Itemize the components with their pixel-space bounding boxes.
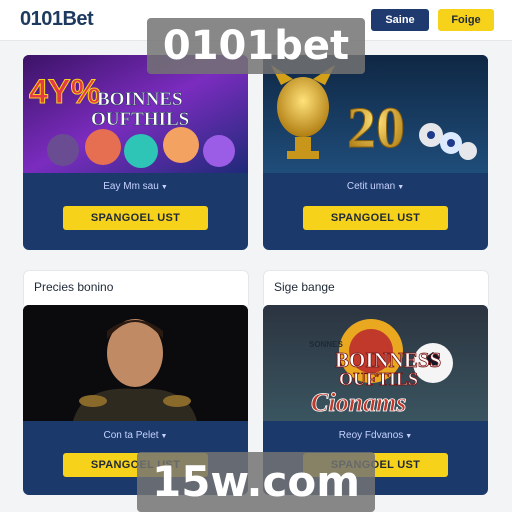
chevron-down-icon: ▼: [405, 433, 413, 440]
section-heading-right: Sige bange: [263, 270, 489, 305]
section-heading-left: Precies bonino: [23, 270, 249, 305]
promo-hero-image-4[interactable]: SONNES BOINNESS OUFTILS Cionams: [263, 305, 488, 421]
hero-text: BOINNES: [97, 89, 183, 110]
promo-cta-button[interactable]: SPANGOEL UST: [303, 206, 448, 230]
brand-logo[interactable]: 0101Bet: [20, 8, 94, 31]
watermark-bottom: 15w.com: [137, 452, 375, 512]
promo-subtitle[interactable]: Con ta Pelet ▼: [23, 430, 248, 441]
promo-subtitle[interactable]: Cetit uman ▼: [263, 181, 488, 192]
chevron-down-icon: ▼: [160, 433, 168, 440]
hero-text: OUFTHILS: [91, 109, 189, 130]
hero-text: OUFTILS: [339, 369, 418, 389]
promo-subtitle[interactable]: Reoy Fdvanos ▼: [263, 430, 488, 441]
promo-subtitle[interactable]: Eay Mm sau ▼: [23, 181, 248, 192]
chevron-down-icon: ▼: [160, 184, 168, 191]
watermark-top: 0101bet: [147, 18, 365, 74]
chevron-down-icon: ▼: [397, 184, 405, 191]
promo-cta-button[interactable]: SPANGOEL UST: [63, 206, 208, 230]
promo-hero-image-3[interactable]: [23, 305, 248, 421]
hero-text: 20: [347, 95, 405, 160]
hero-text: Cionams: [311, 388, 406, 417]
join-button[interactable]: Foige: [438, 9, 494, 31]
hero-text: 4Y%: [29, 73, 101, 111]
signin-button[interactable]: Saine: [371, 9, 429, 31]
promo-card-1: 4Y% BOINNES OUFTHILS Eay Mm sau ▼ SPANGOE…: [23, 55, 248, 250]
promo-card-2: 20 Cetit uman ▼ SPANGOEL UST: [263, 55, 488, 250]
